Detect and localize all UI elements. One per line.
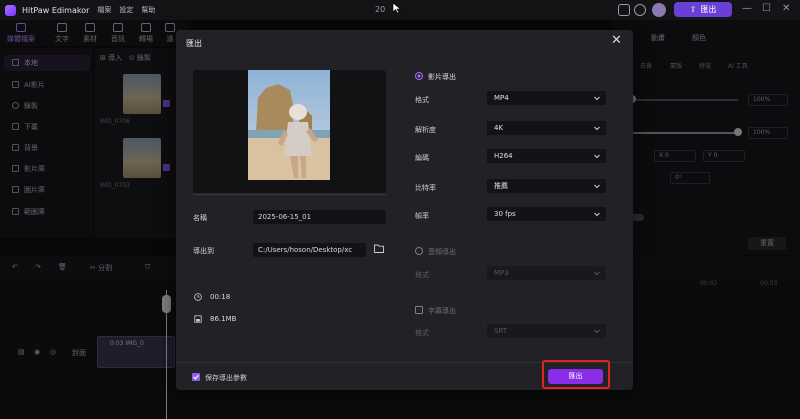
chevron-down-icon <box>594 184 600 189</box>
bitrate-select[interactable]: 推薦 <box>487 179 606 193</box>
audio-format-select[interactable]: MP3 <box>487 266 606 280</box>
chevron-down-icon <box>594 126 600 131</box>
menu-file[interactable]: 檔案 <box>97 5 111 15</box>
preview-image <box>248 70 330 180</box>
audio-format-label: 格式 <box>415 271 429 279</box>
audio-format-value: MP3 <box>494 269 509 277</box>
preview-divider <box>193 194 386 195</box>
codec-label: 編碼 <box>415 154 429 162</box>
checkmark-icon <box>193 374 199 380</box>
subtitle-export-checkbox[interactable] <box>415 306 423 314</box>
video-export-label: 影片導出 <box>428 73 456 81</box>
project-title: 20 <box>375 5 386 14</box>
menu-settings[interactable]: 設定 <box>119 5 133 15</box>
avatar[interactable] <box>652 3 666 17</box>
menu-help[interactable]: 幫助 <box>141 5 155 15</box>
bitrate-label: 比特率 <box>415 184 436 192</box>
codec-value: H264 <box>494 152 513 160</box>
resolution-select[interactable]: 4K <box>487 121 606 135</box>
preview-photo <box>248 70 330 180</box>
history-icon[interactable] <box>634 4 646 16</box>
subtitle-format-value: SRT <box>494 327 508 335</box>
format-value: MP4 <box>494 94 509 102</box>
dialog-close-icon[interactable]: ✕ <box>611 33 622 48</box>
name-label: 名稱 <box>193 214 207 222</box>
chevron-down-icon <box>594 329 600 334</box>
save-params-checkbox[interactable] <box>192 373 200 381</box>
save-params-label: 保存導出參數 <box>205 374 247 382</box>
resolution-value: 4K <box>494 124 504 132</box>
format-select[interactable]: MP4 <box>487 91 606 105</box>
mouse-cursor-icon <box>392 2 402 14</box>
chevron-down-icon <box>594 212 600 217</box>
framerate-value: 30 fps <box>494 210 516 218</box>
top-export-button[interactable]: ⇧ 匯出 <box>674 2 732 17</box>
export-button-highlight <box>542 360 610 389</box>
chevron-down-icon <box>594 271 600 276</box>
folder-icon[interactable] <box>374 244 384 253</box>
app-logo-icon <box>5 4 16 16</box>
top-export-label: 匯出 <box>700 5 717 14</box>
upload-icon: ⇧ <box>689 5 697 14</box>
framerate-label: 幀率 <box>415 212 429 220</box>
export-to-label: 導出到 <box>193 247 214 255</box>
clock-icon <box>194 293 202 301</box>
file-size-value: 86.1MB <box>210 315 237 323</box>
minimize-icon[interactable]: — <box>742 3 752 14</box>
app-title: HitPaw Edimakor <box>22 5 90 15</box>
name-input[interactable]: 2025-06-15_01 <box>253 210 386 224</box>
subtitle-export-label: 字幕導出 <box>428 307 456 315</box>
maximize-icon[interactable]: ☐ <box>762 3 771 14</box>
subtitle-format-label: 格式 <box>415 329 429 337</box>
feedback-icon[interactable] <box>618 4 630 16</box>
close-window-icon[interactable]: ✕ <box>782 3 790 14</box>
subtitle-format-select[interactable]: SRT <box>487 324 606 338</box>
resolution-label: 解析度 <box>415 126 436 134</box>
framerate-select[interactable]: 30 fps <box>487 207 606 221</box>
duration-value: 00:18 <box>210 293 231 301</box>
chevron-down-icon <box>594 154 600 159</box>
chevron-down-icon <box>594 96 600 101</box>
audio-export-label: 音頻導出 <box>428 248 456 256</box>
format-label: 格式 <box>415 96 429 104</box>
video-export-radio[interactable] <box>415 72 423 80</box>
dialog-title: 匯出 <box>186 39 202 48</box>
codec-select[interactable]: H264 <box>487 149 606 163</box>
file-size-icon <box>194 315 202 323</box>
export-path-input[interactable]: C:/Users/hoson/Desktop/xc <box>253 243 366 257</box>
audio-export-radio[interactable] <box>415 247 423 255</box>
bitrate-value: 推薦 <box>494 182 508 190</box>
